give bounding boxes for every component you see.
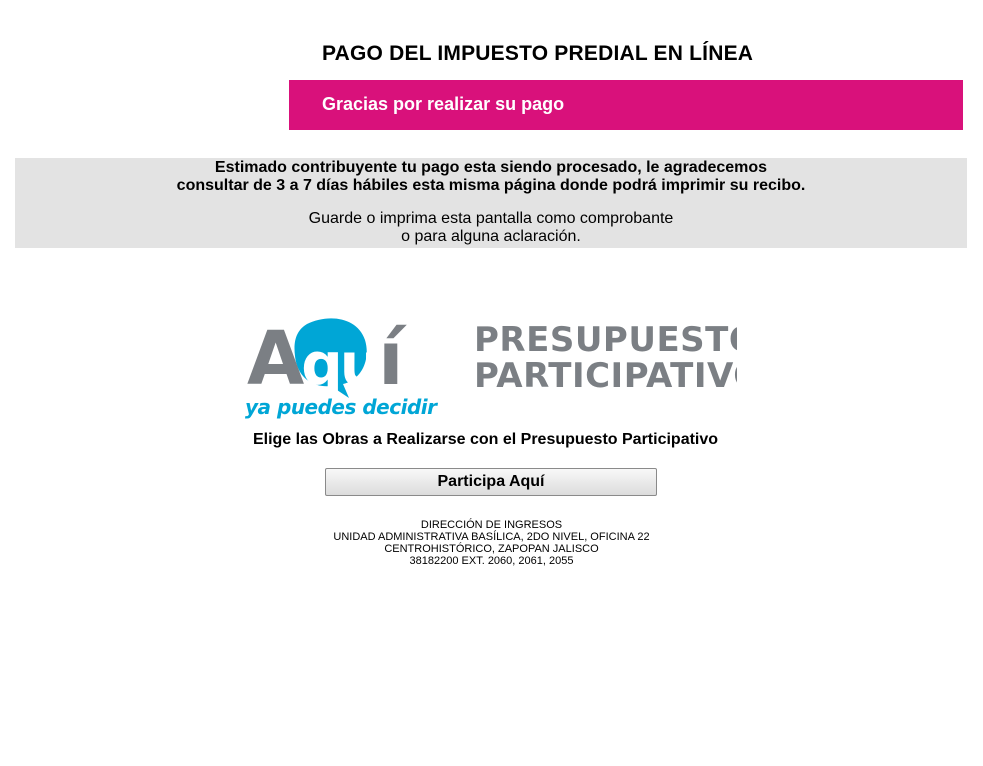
payment-thanks-banner: Gracias por realizar su pago [289, 80, 963, 130]
notice-line-2: consultar de 3 a 7 días hábiles esta mis… [176, 177, 806, 194]
footer-line-4: 38182200 EXT. 2060, 2061, 2055 [409, 555, 574, 567]
page-title: PAGO DEL IMPUESTO PREDIAL EN LÍNEA [322, 42, 754, 65]
footer-contact: DIRECCIÓN DE INGRESOS UNIDAD ADMINISTRAT… [0, 519, 983, 567]
processing-notice: Estimado contribuyente tu pago esta sien… [15, 158, 967, 248]
notice-line-4: o para alguna aclaración. [401, 228, 581, 245]
logo-tagline: ya puedes decidir [245, 395, 438, 419]
footer-line-1: DIRECCIÓN DE INGRESOS [420, 519, 563, 531]
footer-line-2: UNIDAD ADMINISTRATIVA BASÍLICA, 2DO NIVE… [333, 531, 650, 543]
footer-line-3: CENTROHISTÓRICO, ZAPOPAN JALISCO [384, 543, 599, 555]
logo-title-line1: PRESUPUESTO [474, 320, 737, 360]
logo-graphic: Aquí ya puedes decidir PRESUPUESTO PARTI… [245, 316, 762, 419]
promo-heading: Elige las Obras a Realizarse con el Pres… [252, 431, 719, 448]
notice-line-1: Estimado contribuyente tu pago esta sien… [214, 159, 768, 176]
participa-aqui-button[interactable]: Participa Aquí [325, 468, 657, 496]
presupuesto-participativo-logo: Aquí ya puedes decidir PRESUPUESTO PARTI… [245, 310, 762, 420]
logo-title-line2: PARTICIPATIVO [474, 356, 737, 396]
notice-line-3: Guarde o imprima esta pantalla como comp… [308, 210, 674, 227]
